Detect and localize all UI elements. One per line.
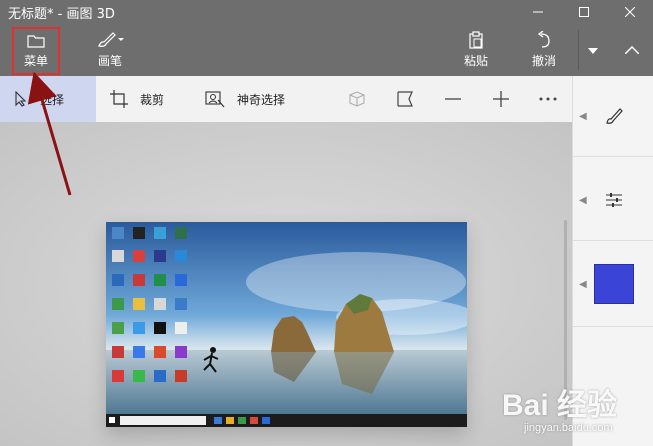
panel-divider [573, 156, 653, 157]
undo-label: 撤消 [531, 54, 556, 68]
clipboard-icon [469, 31, 483, 49]
adjust-settings-button[interactable]: ◀ [573, 180, 653, 220]
panel-divider [573, 326, 653, 327]
watermark-logo-text: Bai 经验 [502, 389, 618, 422]
panel-arrow-icon: ◀ [579, 194, 587, 206]
flag-icon [397, 91, 413, 107]
collapse-ribbon-button[interactable] [620, 38, 644, 62]
crop-tool[interactable]: 裁剪 [110, 76, 190, 122]
close-button[interactable] [607, 0, 653, 24]
ribbon: 菜单 画笔 粘贴 撤消 [0, 24, 653, 76]
chevron-down-icon [588, 48, 598, 54]
desktop-screenshot-image [106, 222, 467, 427]
baidu-watermark: Bai 经验 jingyan.baidu.com [502, 378, 652, 444]
title-bar: 无标题* - 画图 3D [0, 0, 653, 24]
close-icon [625, 7, 635, 17]
undo-icon [537, 31, 550, 48]
crop-icon [110, 90, 128, 108]
zoom-in-button[interactable] [490, 88, 512, 110]
3d-view-icon [349, 91, 365, 107]
tools-bar: 选择 裁剪 神奇选择 [0, 76, 572, 122]
panel-arrow-icon: ◀ [579, 110, 587, 122]
select-tool[interactable]: 选择 [0, 76, 96, 122]
window-controls [515, 0, 653, 24]
paste-button[interactable]: 粘贴 [456, 28, 496, 72]
color-swatch[interactable] [593, 264, 634, 304]
maximize-button[interactable] [561, 0, 607, 24]
sticker-button[interactable] [394, 88, 416, 110]
panel-arrow-icon: ◀ [579, 278, 587, 290]
adjust-icon [605, 193, 622, 207]
more-options-button[interactable] [537, 88, 559, 110]
menu-label: 菜单 [23, 54, 48, 68]
brush-button[interactable]: 画笔 [84, 28, 136, 72]
zoom-out-button[interactable] [442, 88, 464, 110]
paste-label: 粘贴 [463, 54, 488, 68]
more-icon [539, 97, 557, 101]
chevron-up-icon [625, 46, 639, 54]
ribbon-dropdown-button[interactable] [582, 40, 604, 62]
folder-icon [27, 35, 45, 48]
watermark-url: jingyan.baidu.com [524, 422, 613, 434]
zoom-in-icon [493, 91, 509, 107]
brush-settings-button[interactable]: ◀ [573, 96, 653, 136]
magic-select-icon [205, 91, 225, 108]
cursor-icon [15, 91, 27, 107]
ribbon-divider [578, 30, 579, 70]
maximize-icon [579, 7, 589, 17]
brush-icon [605, 108, 623, 124]
undo-button[interactable]: 撤消 [524, 28, 564, 72]
canvas-image[interactable] [106, 222, 467, 427]
minimize-icon [533, 11, 543, 13]
menu-button[interactable]: 菜单 [12, 27, 60, 75]
zoom-out-icon [445, 98, 461, 100]
magic-select-tool[interactable]: 神奇选择 [205, 76, 305, 122]
color-picker[interactable]: ◀ [573, 262, 653, 306]
select-label: 选择 [40, 92, 65, 107]
magic-select-label: 神奇选择 [237, 92, 286, 107]
panel-divider [573, 240, 653, 241]
3d-view-button[interactable] [346, 88, 368, 110]
crop-label: 裁剪 [140, 92, 165, 107]
brush-icon [98, 32, 124, 47]
brush-label: 画笔 [97, 54, 122, 68]
window-title: 无标题* - 画图 3D [8, 6, 115, 22]
minimize-button[interactable] [515, 0, 561, 24]
